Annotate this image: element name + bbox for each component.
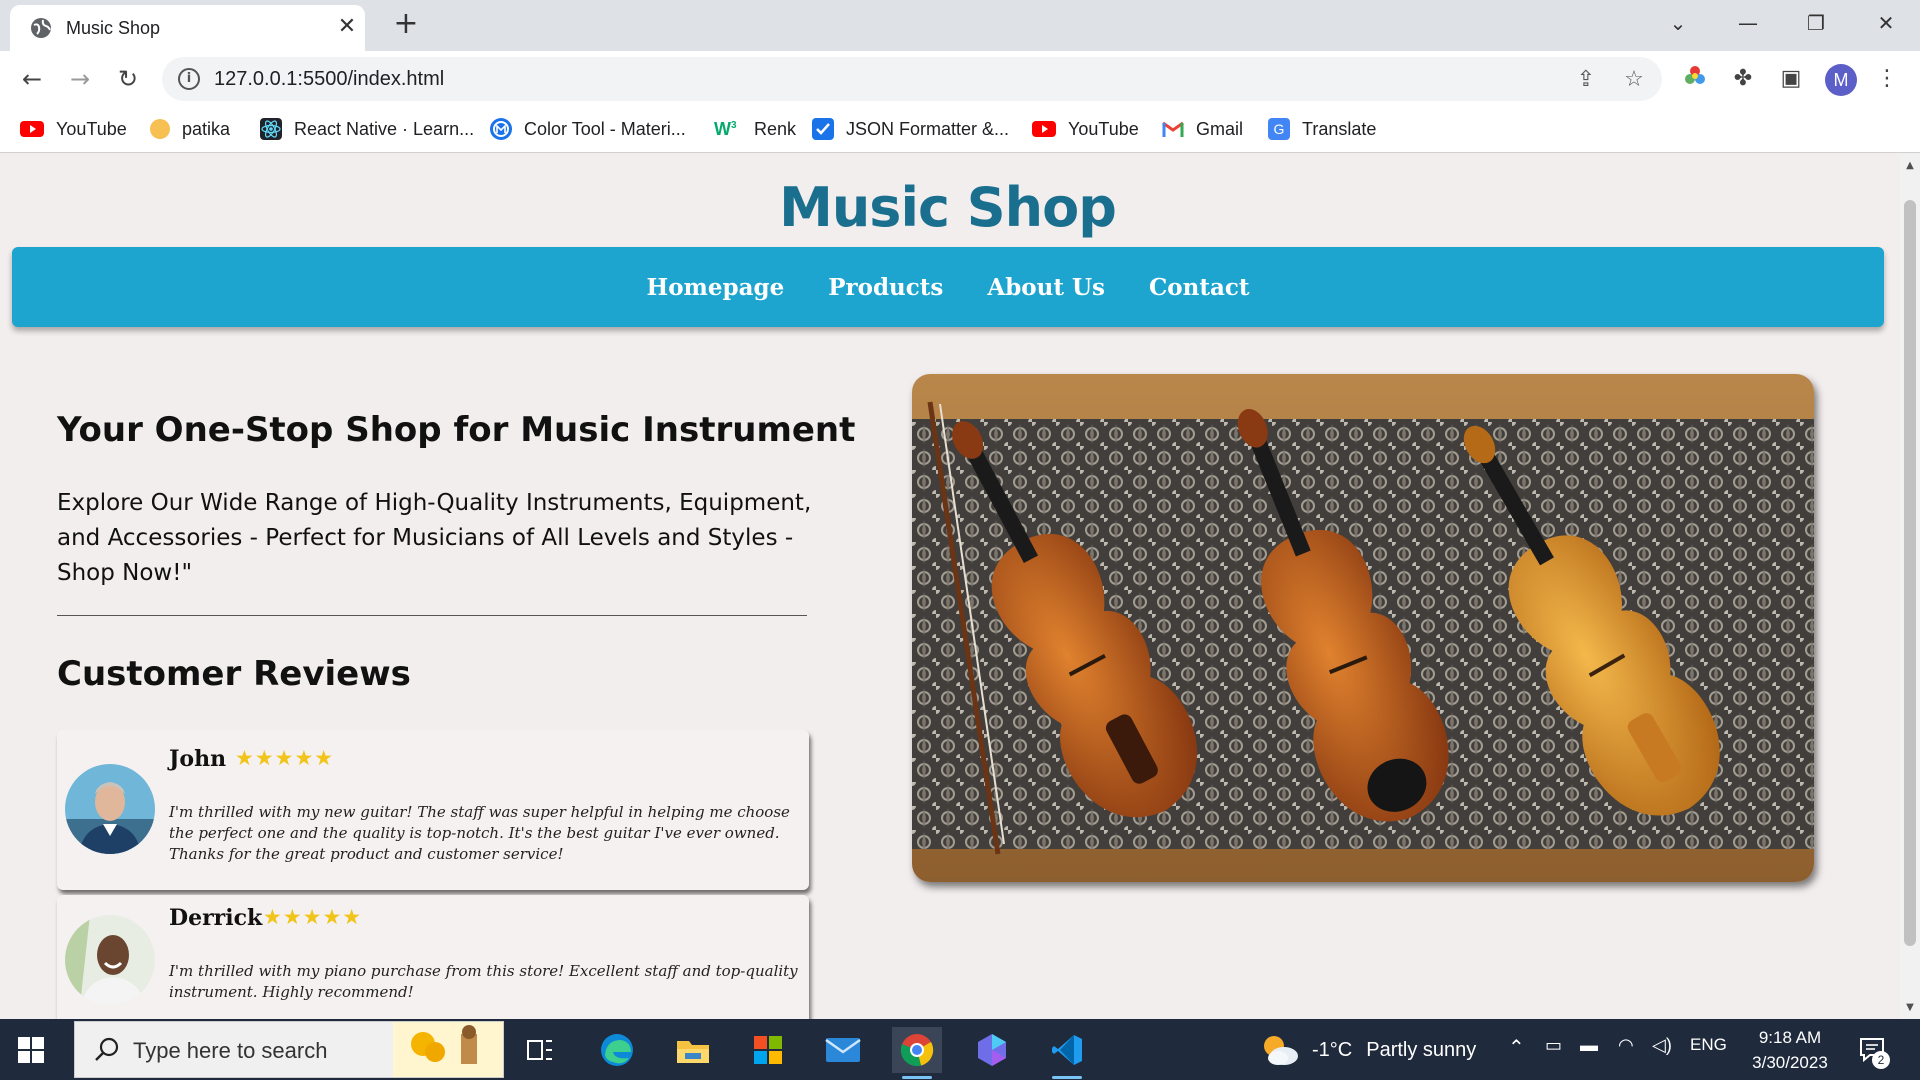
chrome-icon[interactable]	[892, 1027, 942, 1079]
address-bar[interactable]: i 127.0.0.1:5500/index.html ⇪ ☆	[162, 57, 1662, 101]
browser-toolbar: ← → ↻ i 127.0.0.1:5500/index.html ⇪ ☆ ✤ …	[0, 51, 1920, 107]
task-view-icon[interactable]	[515, 1027, 565, 1073]
hero-text: Explore Our Wide Range of High-Quality I…	[57, 490, 812, 586]
profile-avatar[interactable]: M	[1825, 64, 1857, 96]
bookmark-react-native[interactable]: React Native · Learn...	[260, 115, 474, 143]
youtube-icon	[1032, 121, 1056, 137]
restore-icon[interactable]: ❐	[1796, 6, 1836, 40]
review-text: I'm thrilled with my new guitar! The sta…	[169, 803, 790, 863]
wifi-icon[interactable]: ◠	[1618, 1035, 1634, 1056]
review-card: Derrick ★★★★★ I'm thrilled with my piano…	[57, 895, 809, 1019]
bookmark-translate[interactable]: G Translate	[1268, 115, 1376, 143]
extensions-puzzle-icon[interactable]: ✤	[1728, 64, 1758, 94]
site-title: Music Shop	[779, 176, 1117, 239]
review-author: Derrick	[169, 905, 263, 931]
bookmark-color-tool[interactable]: Color Tool - Materi...	[490, 115, 686, 143]
weather-widget[interactable]: -1°C Partly sunny	[1260, 1029, 1480, 1071]
weather-desc: Partly sunny	[1366, 1038, 1477, 1061]
side-panel-icon[interactable]: ▣	[1776, 64, 1806, 94]
clock-date: 3/30/2023	[1752, 1053, 1828, 1072]
active-app-indicator	[1052, 1076, 1082, 1079]
review-text: I'm thrilled with my piano purchase from…	[169, 962, 798, 1001]
close-window-icon[interactable]: ✕	[1866, 6, 1906, 40]
site-info-icon[interactable]: i	[178, 68, 200, 90]
nav-homepage[interactable]: Homepage	[646, 274, 784, 301]
avatar	[65, 764, 155, 854]
scroll-thumb[interactable]	[1904, 200, 1916, 946]
back-icon[interactable]: ←	[16, 63, 48, 95]
bookmarks-bar: YouTube patika React Native · Learn... C…	[0, 107, 1920, 153]
section-divider	[57, 615, 807, 616]
search-placeholder: Type here to search	[133, 1038, 328, 1063]
mail-icon[interactable]	[818, 1027, 868, 1073]
youtube-icon	[20, 121, 44, 137]
vscode-icon[interactable]	[1042, 1027, 1092, 1079]
partly-sunny-icon	[1264, 1036, 1298, 1065]
notification-count-badge: 2	[1872, 1051, 1890, 1069]
microsoft-store-icon[interactable]	[743, 1027, 793, 1073]
star-rating: ★★★★★	[235, 746, 335, 770]
color-extension-icon[interactable]	[1680, 64, 1710, 94]
tab-search-chevron-icon[interactable]: ⌄	[1658, 6, 1698, 40]
bookmark-gmail[interactable]: Gmail	[1162, 115, 1243, 143]
tray-chevron-up-icon[interactable]: ⌃	[1508, 1035, 1525, 1060]
bookmark-youtube[interactable]: YouTube	[20, 115, 127, 143]
page-viewport: Music Shop Homepage Products About Us Co…	[0, 154, 1900, 1019]
hero-heading: Your One-Stop Shop for Music Instrument	[57, 410, 856, 450]
page-scrollbar[interactable]: ▲ ▼	[1900, 154, 1920, 1019]
bookmark-renk[interactable]: W3 Renk	[714, 115, 796, 143]
weather-temp: -1°C	[1312, 1038, 1353, 1061]
clock-time: 9:18 AM	[1758, 1028, 1822, 1047]
battery-icon[interactable]: ▬	[1580, 1035, 1598, 1056]
tab-close-icon[interactable]: ✕	[335, 15, 359, 39]
taskbar-clock[interactable]: 9:18 AM 3/30/2023	[1735, 1025, 1845, 1075]
reviews-heading: Customer Reviews	[57, 654, 411, 694]
tab-title: Music Shop	[66, 18, 161, 38]
patika-icon	[150, 119, 170, 139]
meet-now-icon[interactable]: ▭	[1545, 1035, 1562, 1056]
gmail-icon	[1162, 120, 1184, 138]
w3-icon: W3	[714, 119, 737, 139]
new-tab-icon[interactable]: +	[390, 8, 422, 40]
search-highlight-art-icon	[393, 1022, 503, 1077]
search-icon	[95, 1037, 119, 1061]
star-rating: ★★★★★	[263, 905, 363, 929]
main-nav: Homepage Products About Us Contact	[12, 247, 1884, 327]
nav-contact[interactable]: Contact	[1149, 274, 1250, 301]
material-icon	[490, 118, 512, 140]
copilot-app-icon[interactable]	[967, 1027, 1017, 1073]
bookmark-youtube-2[interactable]: YouTube	[1032, 115, 1139, 143]
volume-icon[interactable]: ◁)	[1652, 1035, 1672, 1056]
active-app-indicator	[902, 1076, 932, 1079]
bookmark-json-formatter[interactable]: JSON Formatter &...	[812, 115, 1009, 143]
bookmark-star-icon[interactable]: ☆	[1620, 66, 1648, 94]
nav-about-us[interactable]: About Us	[987, 274, 1105, 301]
menu-kebab-icon[interactable]: ⋮	[1872, 64, 1902, 94]
violins-hero-image	[912, 374, 1814, 882]
language-indicator[interactable]: ENG	[1690, 1035, 1727, 1055]
file-explorer-icon[interactable]	[668, 1027, 718, 1073]
scroll-up-icon[interactable]: ▲	[1904, 160, 1916, 172]
tab-music-shop[interactable]: Music Shop ✕	[10, 5, 365, 51]
review-author: John	[169, 746, 227, 772]
taskbar-search[interactable]: Type here to search	[74, 1021, 504, 1078]
bookmark-patika[interactable]: patika	[150, 115, 230, 143]
tab-strip: Music Shop ✕ + ⌄ — ❐ ✕	[0, 0, 1920, 51]
react-icon	[260, 118, 282, 140]
address-url[interactable]: 127.0.0.1:5500/index.html	[214, 68, 444, 91]
windows-start-icon[interactable]	[18, 1037, 44, 1063]
reload-icon[interactable]: ↻	[112, 63, 144, 95]
globe-icon	[31, 18, 51, 38]
windows-taskbar: Type here to search -1°C Partly sunny ⌃ …	[0, 1019, 1920, 1080]
review-card: John ★★★★★ I'm thrilled with my new guit…	[57, 730, 809, 890]
nav-products[interactable]: Products	[828, 274, 943, 301]
scroll-down-icon[interactable]: ▼	[1904, 1002, 1916, 1014]
json-icon	[812, 118, 834, 140]
forward-icon[interactable]: →	[64, 63, 96, 95]
share-icon[interactable]: ⇪	[1572, 66, 1600, 94]
translate-icon: G	[1268, 118, 1290, 140]
edge-icon[interactable]	[592, 1027, 642, 1073]
minimize-icon[interactable]: —	[1728, 6, 1768, 40]
avatar	[65, 915, 155, 1005]
